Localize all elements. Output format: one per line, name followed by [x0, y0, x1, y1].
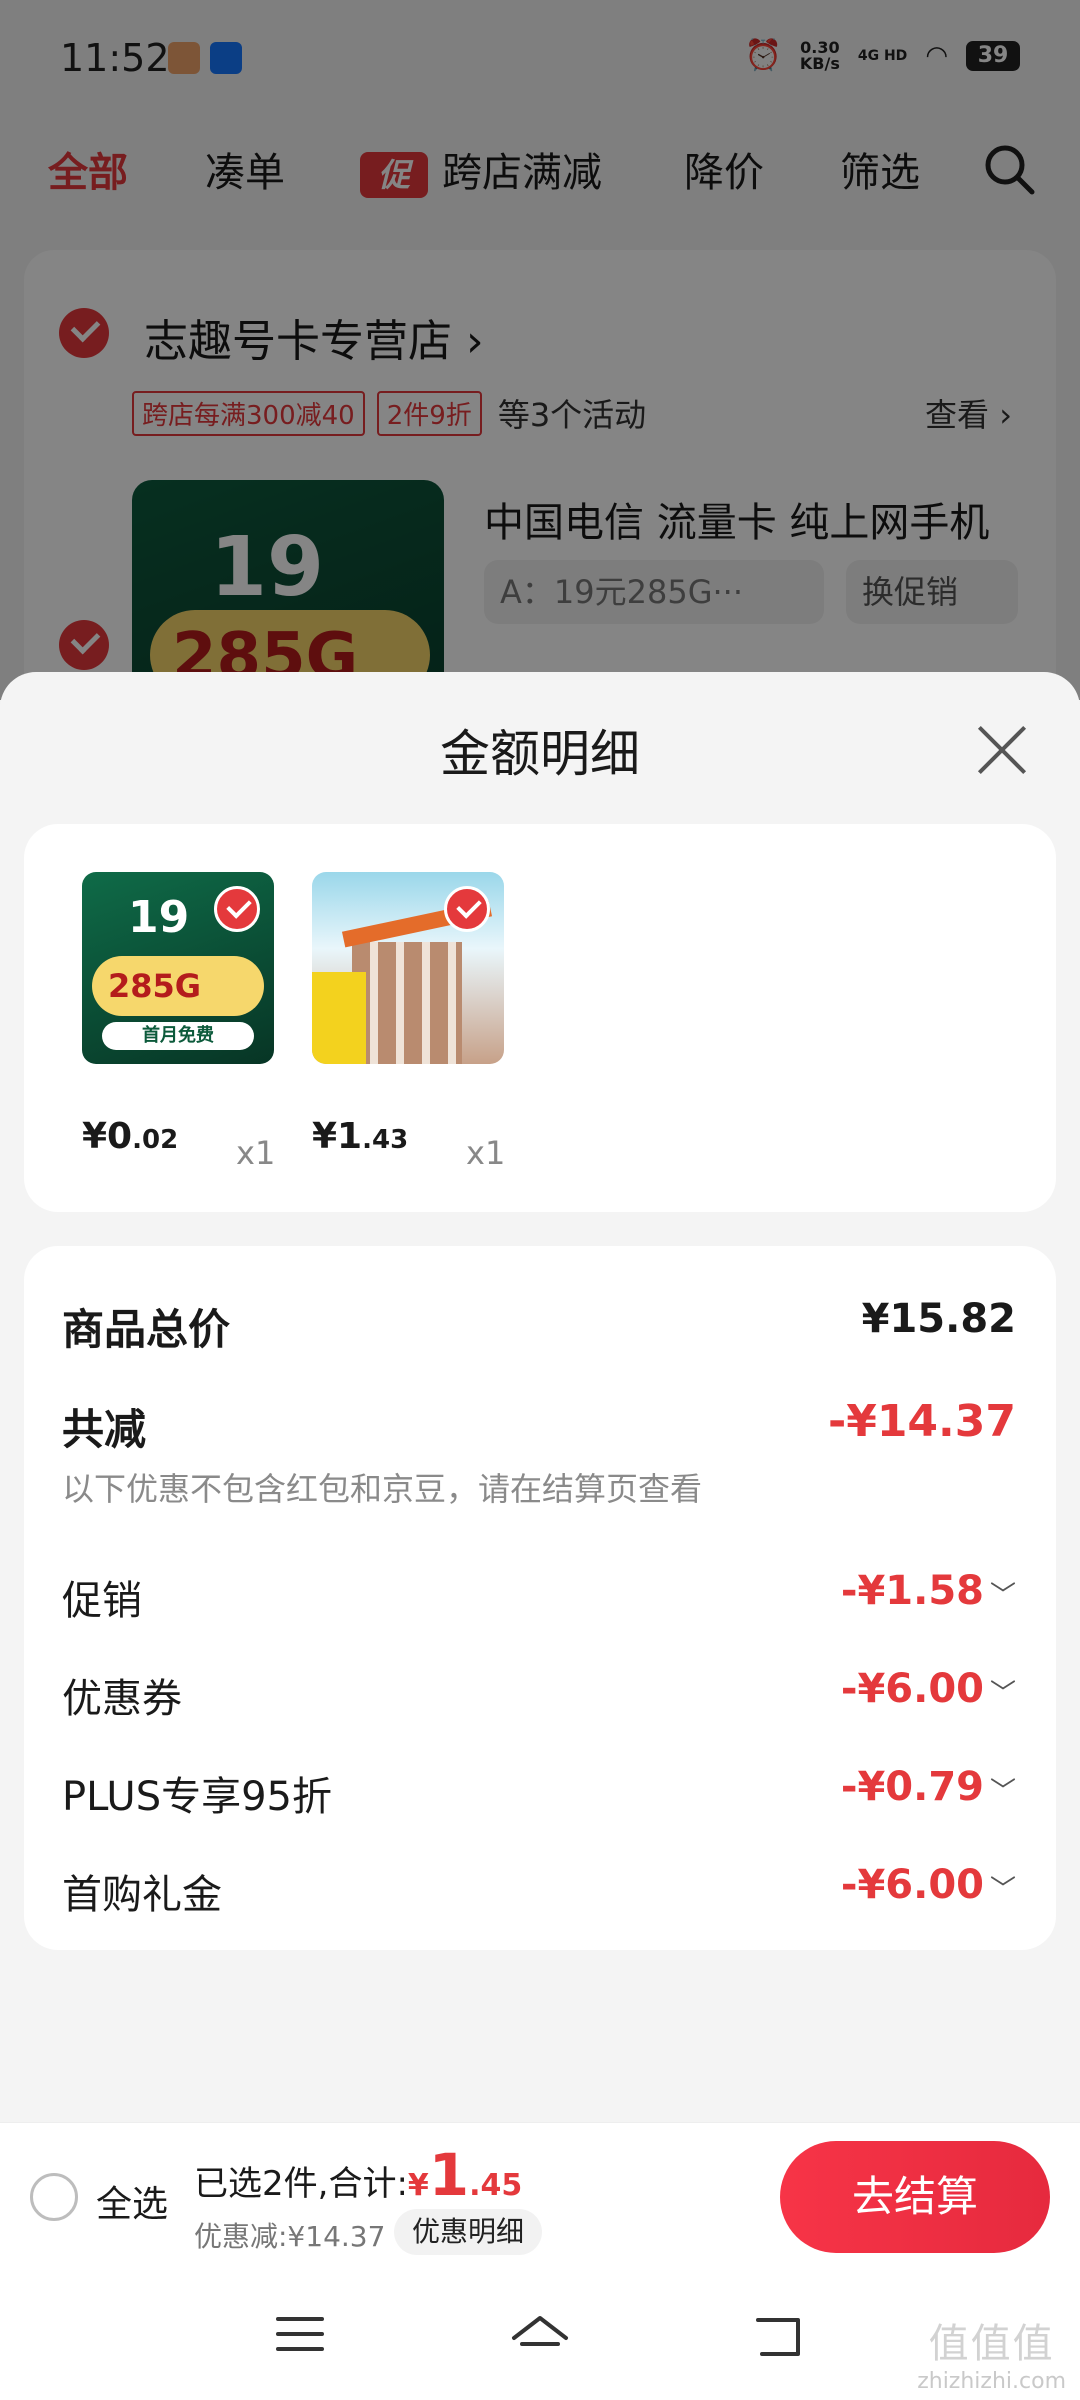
- total-amount: ¥1.45: [407, 2141, 523, 2209]
- saving-text: 优惠减:¥14.37: [194, 2220, 386, 2253]
- list-item[interactable]: ¥1.43 x1: [312, 872, 542, 1172]
- amount-detail-sheet: 金额明细 19 285G 首月免费 ¥0.02 x1 ¥1.43 x1 商品总价: [0, 672, 1080, 2122]
- first-purchase-amount: -¥6.00: [840, 1862, 984, 1908]
- img-free-text: 首月免费: [102, 1022, 254, 1050]
- watermark-sub: zhizhizhi.com: [917, 2369, 1066, 2394]
- menu-icon[interactable]: [276, 2314, 324, 2354]
- price-dec: .43: [362, 1125, 409, 1155]
- first-purchase-value[interactable]: -¥6.00 ﹀: [841, 1862, 1016, 1908]
- product-image: [312, 872, 504, 1064]
- home-icon[interactable]: [510, 2314, 570, 2364]
- select-all-radio[interactable]: [30, 2173, 78, 2221]
- coupon-label: 优惠券: [62, 1676, 182, 1722]
- product-image: 19 285G 首月免费: [82, 872, 274, 1064]
- chevron-down-icon: ﹀: [989, 1875, 1016, 1905]
- checkout-button[interactable]: 去结算: [780, 2141, 1050, 2253]
- selected-count-text: 已选2件,合计:: [194, 2164, 408, 2204]
- selected-items-card: 19 285G 首月免费 ¥0.02 x1 ¥1.43 x1: [24, 824, 1056, 1212]
- item-price: ¥0.02: [82, 1116, 178, 1157]
- total-int: 1: [428, 2141, 470, 2209]
- price-int: ¥0: [82, 1116, 133, 1157]
- selected-summary: 已选2件,合计:¥1.45: [194, 2141, 522, 2209]
- total-dec: .45: [469, 2168, 523, 2203]
- watermark: 值值值 zhizhizhi.com: [917, 2311, 1066, 2394]
- checkout-bar: 全选 已选2件,合计:¥1.45 优惠减:¥14.37 优惠明细 去结算: [0, 2122, 1080, 2270]
- currency-symbol: ¥: [407, 2168, 429, 2203]
- back-icon[interactable]: [754, 2314, 804, 2360]
- price-dec: .02: [132, 1125, 179, 1155]
- close-icon[interactable]: [974, 722, 1030, 778]
- chevron-down-icon: ﹀: [989, 1679, 1016, 1709]
- first-purchase-label: 首购礼金: [62, 1872, 222, 1918]
- img-building: [352, 942, 462, 1064]
- list-item[interactable]: 19 285G 首月免费 ¥0.02 x1: [82, 872, 312, 1172]
- discount-note: 以下优惠不包含红包和京豆，请在结算页查看: [62, 1470, 703, 1508]
- price-breakdown-card: 商品总价 ¥15.82 共减 -¥14.37 以下优惠不包含红包和京豆，请在结算…: [24, 1246, 1056, 1950]
- discount-label: 共减: [62, 1405, 147, 1454]
- selected-check-icon: [214, 886, 260, 932]
- total-label: 商品总价: [62, 1305, 231, 1354]
- select-all-label[interactable]: 全选: [96, 2175, 168, 2227]
- promo-value[interactable]: -¥1.58 ﹀: [841, 1568, 1016, 1614]
- plus-value[interactable]: -¥0.79 ﹀: [841, 1764, 1016, 1810]
- plus-label: PLUS专享95折: [62, 1774, 332, 1820]
- system-nav-bar: 值值值 zhizhizhi.com: [0, 2270, 1080, 2400]
- img-yellow-label: [312, 972, 366, 1064]
- chevron-down-icon: ﹀: [989, 1581, 1016, 1611]
- dim-overlay[interactable]: [0, 0, 1080, 700]
- selected-check-icon: [444, 886, 490, 932]
- coupon-value[interactable]: -¥6.00 ﹀: [841, 1666, 1016, 1712]
- watermark-main: 值值值: [928, 2321, 1055, 2367]
- promo-amount: -¥1.58: [840, 1568, 984, 1614]
- item-quantity: x1: [466, 1134, 506, 1172]
- total-value: ¥15.82: [861, 1296, 1016, 1342]
- plus-amount: -¥0.79: [840, 1764, 984, 1810]
- price-int: ¥1: [312, 1116, 363, 1157]
- discount-detail-button[interactable]: 优惠明细: [394, 2209, 543, 2255]
- chevron-down-icon: ﹀: [989, 1777, 1016, 1807]
- promo-label: 促销: [62, 1578, 142, 1624]
- discount-value: -¥14.37: [827, 1396, 1016, 1447]
- img-gb-text: 285G: [92, 956, 264, 1016]
- item-price: ¥1.43: [312, 1116, 408, 1157]
- item-quantity: x1: [236, 1134, 276, 1172]
- sheet-title: 金额明细: [440, 725, 640, 783]
- img-price-text: 19: [128, 892, 190, 943]
- coupon-amount: -¥6.00: [840, 1666, 984, 1712]
